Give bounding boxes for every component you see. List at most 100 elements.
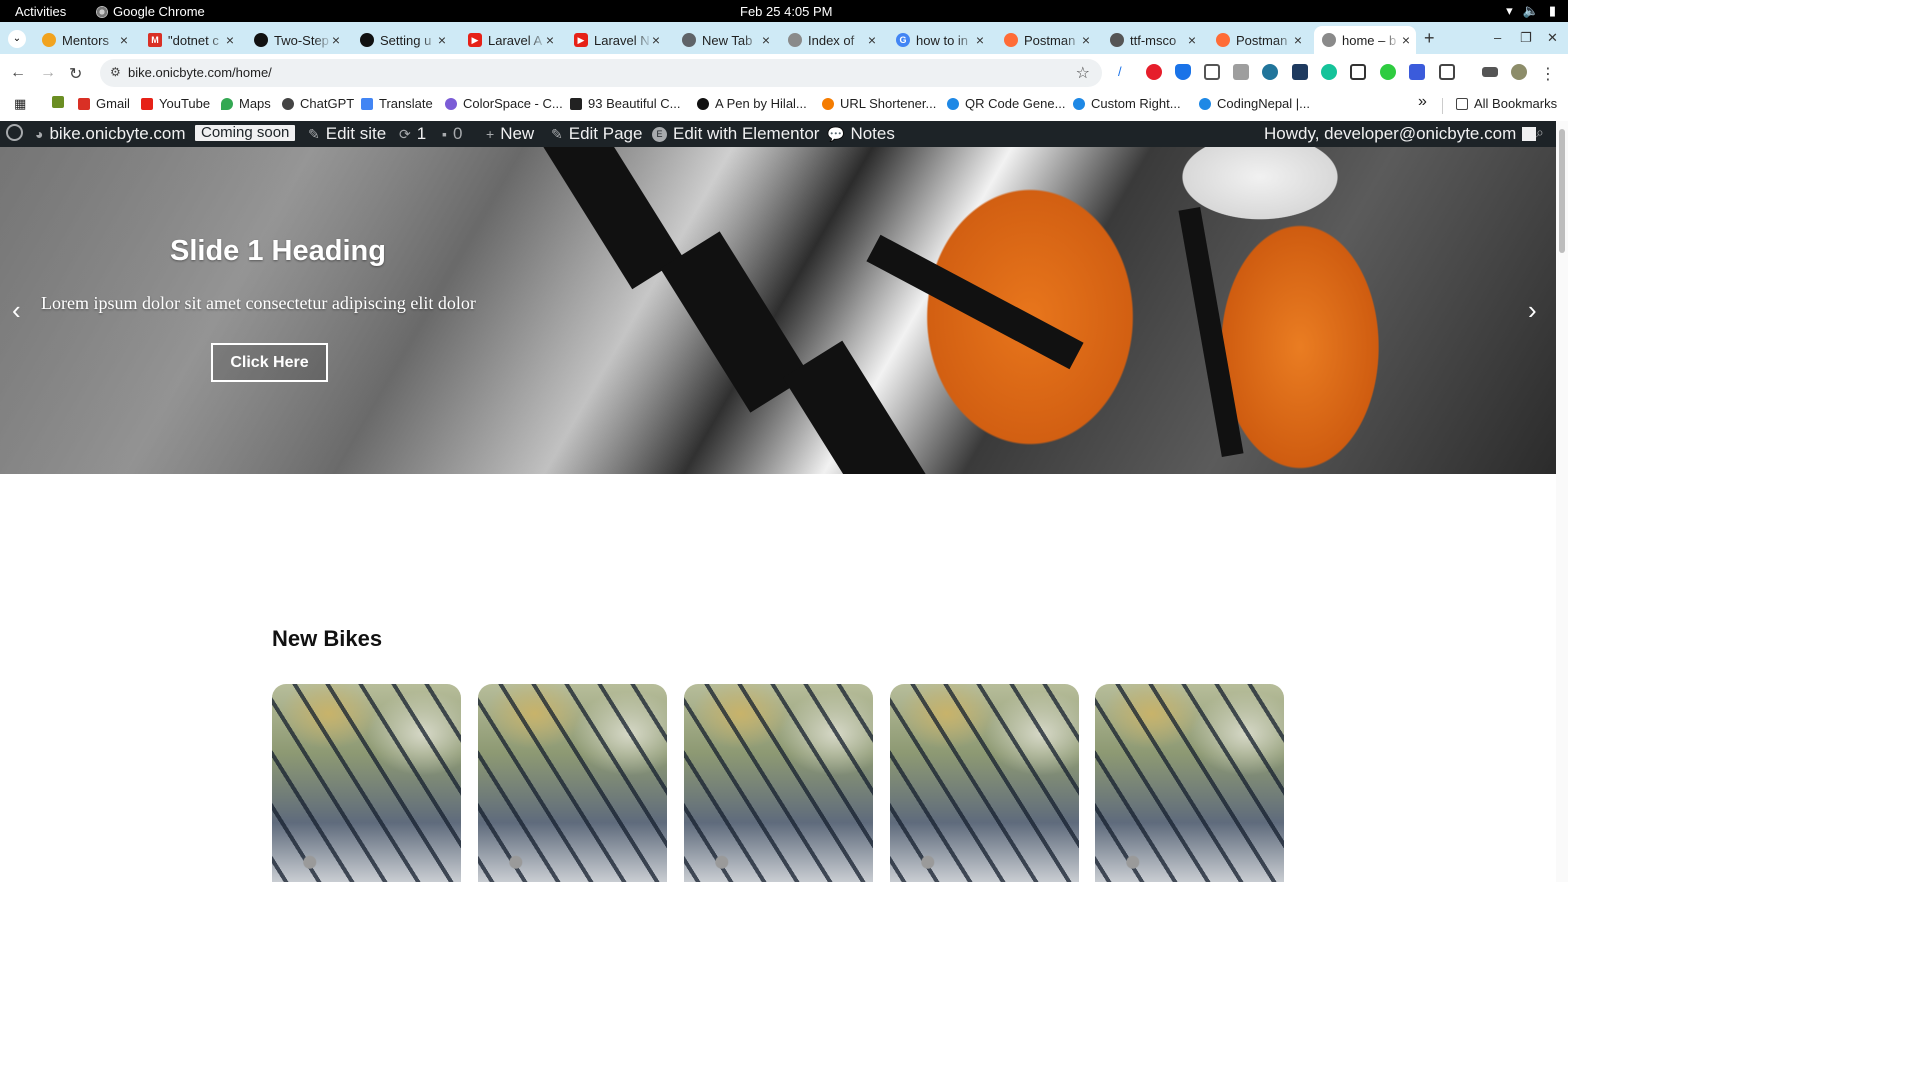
bookmark-item[interactable]: URL Shortener... — [822, 96, 936, 111]
search-button[interactable]: ⌕ — [1536, 124, 1544, 141]
address-url[interactable]: bike.onicbyte.com/home/ — [128, 65, 272, 80]
tab[interactable]: Setting u × — [352, 26, 452, 54]
minimize-button[interactable]: – — [1494, 30, 1501, 45]
close-icon[interactable]: × — [762, 32, 770, 48]
clock[interactable]: Feb 25 4:05 PM — [740, 4, 833, 19]
coming-soon-badge[interactable]: Coming soon — [195, 125, 296, 141]
close-icon[interactable]: × — [1188, 32, 1196, 48]
edit-with-elementor-button[interactable]: E Edit with Elementor — [652, 124, 819, 144]
edit-page-button[interactable]: ✎ Edit Page — [551, 124, 642, 144]
apps-grid-icon[interactable]: ▦ — [14, 96, 26, 112]
bookmark-star-icon[interactable]: ☆ — [1076, 63, 1090, 83]
close-icon[interactable]: × — [976, 32, 984, 48]
translate-extension-icon[interactable] — [1409, 64, 1425, 80]
close-icon[interactable]: × — [438, 32, 446, 48]
wordpress-extension-icon[interactable] — [1262, 64, 1278, 80]
camera-extension-icon[interactable] — [1233, 64, 1249, 80]
bookmark-item[interactable]: Custom Right... — [1073, 96, 1181, 111]
bookmark-item[interactable]: CodingNepal |... — [1199, 96, 1310, 111]
activities-button[interactable]: Activities — [15, 4, 66, 19]
forward-button[interactable]: → — [40, 64, 56, 82]
close-icon[interactable]: × — [332, 32, 340, 48]
bookmark-label: 93 Beautiful C... — [588, 96, 681, 111]
tab-title: Two-Step — [274, 32, 329, 48]
tab[interactable]: Index of × — [780, 26, 882, 54]
bookmark-item[interactable]: A Pen by Hilal... — [697, 96, 807, 111]
bookmark-item[interactable]: Translate — [361, 96, 433, 111]
menu-kebab-icon[interactable]: ⋮ — [1540, 64, 1556, 83]
bookmark-item[interactable]: 93 Beautiful C... — [570, 96, 681, 111]
tab-active[interactable]: home – b × — [1314, 26, 1416, 54]
app-menu[interactable]: Google Chrome — [96, 4, 205, 19]
notes-button[interactable]: 💬 Notes — [827, 124, 895, 144]
close-icon[interactable]: × — [546, 32, 554, 48]
bookmark-item[interactable]: YouTube — [141, 96, 210, 111]
back-button[interactable]: ← — [10, 64, 26, 82]
address-bar[interactable]: ⚙ bike.onicbyte.com/home/ ☆ — [100, 59, 1102, 87]
new-tab-button[interactable]: + — [1424, 28, 1435, 49]
tab[interactable]: ttf-msco × — [1102, 26, 1202, 54]
elementor-icon: E — [652, 126, 667, 142]
close-icon[interactable]: × — [1294, 32, 1302, 48]
new-content-button[interactable]: + New — [486, 124, 534, 144]
reading-list-icon[interactable] — [1482, 67, 1498, 77]
tab[interactable]: New Tab × — [674, 26, 776, 54]
tab[interactable]: G how to in × — [888, 26, 990, 54]
restore-button[interactable]: ❐ — [1520, 30, 1532, 46]
tab[interactable]: ▶ Laravel A × — [460, 26, 560, 54]
bookmark-item[interactable]: ColorSpace - C... — [445, 96, 563, 111]
click-here-button[interactable]: Click Here — [211, 343, 328, 382]
edit-site-button[interactable]: ✎ Edit site — [308, 124, 386, 144]
bike-card-image[interactable] — [1095, 684, 1284, 882]
bookmark-item[interactable]: ChatGPT — [282, 96, 354, 111]
dev-extension-icon[interactable] — [1292, 64, 1308, 80]
shield-extension-icon[interactable] — [1175, 64, 1191, 80]
hero-slider[interactable]: ‹ › Slide 1 Heading Lorem ipsum dolor si… — [0, 147, 1556, 474]
green-extension-icon[interactable] — [1380, 64, 1396, 80]
bike-card-image[interactable] — [272, 684, 461, 882]
wp-logo-button[interactable] — [6, 124, 23, 141]
site-info-icon[interactable]: ⚙ — [110, 65, 121, 79]
tab[interactable]: M "dotnet c × — [140, 26, 240, 54]
close-icon[interactable]: × — [226, 32, 234, 48]
grammarly-extension-icon[interactable] — [1321, 64, 1337, 80]
bike-card-image[interactable] — [890, 684, 1079, 882]
tab[interactable]: ▶ Laravel N × — [566, 26, 666, 54]
bookmark-item[interactable]: Maps — [221, 96, 271, 111]
reload-button[interactable]: ↻ — [69, 64, 82, 84]
bookmark-item[interactable]: Gmail — [78, 96, 130, 111]
system-tray[interactable]: ▾ 🔈 ▮ — [1506, 3, 1556, 19]
slider-prev-arrow[interactable]: ‹ — [12, 295, 21, 326]
tab[interactable]: Mentors × — [34, 26, 134, 54]
bike-card-image[interactable] — [684, 684, 873, 882]
close-icon[interactable]: × — [1402, 32, 1410, 48]
site-name: bike.onicbyte.com — [49, 124, 186, 143]
pen-extension-icon[interactable]: / — [1118, 64, 1134, 80]
close-icon[interactable]: × — [652, 32, 660, 48]
bookmarks-overflow-button[interactable]: » — [1418, 93, 1427, 111]
bookmark-item[interactable]: QR Code Gene... — [947, 96, 1065, 111]
screenshot-extension-icon[interactable] — [1204, 64, 1220, 80]
site-name-button[interactable]: ◕ bike.onicbyte.com — [35, 124, 186, 144]
bike-card-image[interactable] — [478, 684, 667, 882]
close-window-button[interactable]: ✕ — [1547, 30, 1558, 46]
tab[interactable]: Postman × — [1208, 26, 1308, 54]
all-bookmarks-button[interactable]: All Bookmarks — [1456, 96, 1557, 111]
scrollbar-thumb[interactable] — [1559, 129, 1565, 253]
bookmark-item[interactable] — [52, 96, 64, 108]
profile-avatar[interactable] — [1511, 64, 1527, 80]
close-icon[interactable]: × — [120, 32, 128, 48]
tab[interactable]: Postman × — [996, 26, 1096, 54]
tab-search-button[interactable]: ⌄ — [8, 30, 26, 48]
close-icon[interactable]: × — [868, 32, 876, 48]
close-icon[interactable]: × — [1082, 32, 1090, 48]
capture-extension-icon[interactable] — [1350, 64, 1366, 80]
opera-extension-icon[interactable] — [1146, 64, 1162, 80]
slider-next-arrow[interactable]: › — [1528, 295, 1537, 326]
comments-button[interactable]: ▪ 0 — [442, 124, 462, 144]
tab[interactable]: Two-Step × — [246, 26, 346, 54]
updates-button[interactable]: ⟳ 1 — [399, 124, 426, 144]
extensions-puzzle-icon[interactable] — [1439, 64, 1455, 80]
my-account-button[interactable]: Howdy, developer@onicbyte.com — [1264, 124, 1537, 144]
page-scrollbar[interactable] — [1556, 121, 1568, 882]
